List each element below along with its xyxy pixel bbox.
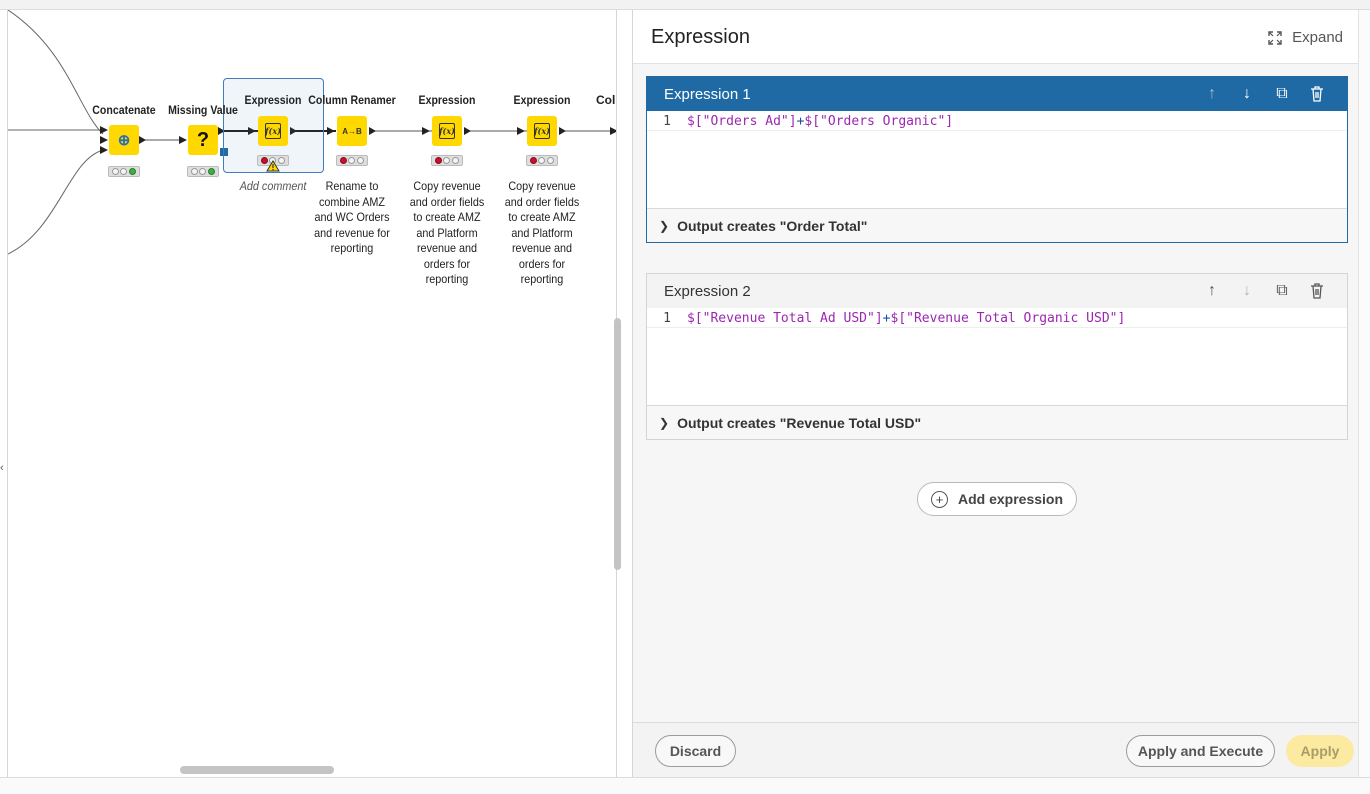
panel-scrollbar[interactable] [1358,10,1370,777]
expression-card-1[interactable]: Expression 1 ↑ ↓ ⧉ 1 $["Orders Ad"]+$["O… [646,76,1348,243]
move-down-icon[interactable]: ↓ [1237,85,1257,103]
expression-card-2[interactable]: Expression 2 ↑ ↓ ⧉ 1 $["Revenue Total Ad… [646,273,1348,440]
output-label-1: Output creates "Order Total" [677,217,868,234]
expression-label-1: Expression 1 [664,85,751,103]
expression-node-2[interactable]: f(x) [432,116,462,146]
expand-button[interactable]: Expand [1268,29,1343,46]
expand-icon [1268,30,1282,45]
node-title-expression-2: Expression [418,93,476,107]
output-toggle-2[interactable]: ❯ Output creates "Revenue Total USD" [647,406,1347,439]
node-comment-expression-3: Copy revenue and order fields to create … [504,179,580,286]
trash-icon[interactable] [1307,282,1327,300]
chevron-right-icon: ❯ [659,218,670,233]
expression-actions-1: ↑ ↓ ⧉ [1202,85,1327,103]
expression-actions-2: ↑ ↓ ⧉ [1202,282,1327,300]
add-expression-button[interactable]: + Add expression [917,482,1077,516]
add-expression-label: Add expression [957,491,1064,507]
canvas-vertical-scrollbar[interactable] [614,318,621,570]
top-toolbar [0,0,1370,10]
node-status-expression-3 [526,155,558,166]
code-text: $["Revenue Total Ad USD"]+$["Revenue Tot… [687,311,1126,326]
chevron-right-icon: ❯ [659,415,670,430]
function-icon: f(x) [265,123,281,139]
rename-icon: A→B [342,126,362,136]
apply-button[interactable]: Apply [1286,735,1354,767]
panel-title: Expression [651,26,750,48]
node-comment-column-renamer: Rename to combine AMZ and WC Orders and … [314,179,390,255]
chevron-left-icon[interactable]: ‹ [0,462,4,474]
output-toggle-1[interactable]: ❯ Output creates "Order Total" [647,209,1347,242]
node-status-missing-value [187,166,219,177]
discard-button[interactable]: Discard [655,735,736,767]
add-comment-link[interactable]: Add comment [240,179,307,193]
expand-label: Expand [1292,29,1343,46]
concatenate-icon: ⊕ [117,132,131,149]
code-line: 1 $["Orders Ad"]+$["Orders Organic"] [647,113,1347,131]
trash-glyph [1311,283,1323,299]
code-editor-2[interactable]: 1 $["Revenue Total Ad USD"]+$["Revenue T… [647,308,1347,406]
expression-node-selected[interactable]: f(x) [258,116,288,146]
bottom-status-bar [0,777,1370,794]
trash-icon[interactable] [1307,85,1327,103]
warning-triangle-icon [266,160,280,172]
node-title-cut-off: Colu [596,93,616,107]
code-text: $["Orders Ad"]+$["Orders Organic"] [687,114,954,129]
concatenate-node[interactable]: ⊕ [109,125,139,155]
node-status-column-renamer [336,155,368,166]
function-icon: f(x) [534,123,550,139]
output-label-2: Output creates "Revenue Total USD" [677,414,922,431]
node-title-expression-selected: Expression [244,93,302,107]
panel-footer: Discard Apply and Execute Apply [633,722,1359,777]
plus-circle-icon: + [930,490,948,508]
node-status-concatenate [108,166,140,177]
missing-value-node[interactable]: ? [188,125,218,155]
canvas-horizontal-scrollbar[interactable] [180,766,334,774]
panel-header: Expression Expand [633,10,1359,64]
trash-glyph [1311,86,1323,102]
expression-config-panel: Expression Expand Expression 1 ↑ ↓ ⧉ 1 $… [632,10,1359,777]
code-editor-1[interactable]: 1 $["Orders Ad"]+$["Orders Organic"] [647,111,1347,209]
node-comment-expression-2: Copy revenue and order fields to create … [409,179,485,286]
move-down-icon[interactable]: ↓ [1237,282,1257,300]
column-renamer-node[interactable]: A→B [337,116,367,146]
code-line: 1 $["Revenue Total Ad USD"]+$["Revenue T… [647,310,1347,328]
move-up-icon[interactable]: ↑ [1202,85,1222,103]
question-mark-icon: ? [196,128,210,151]
expression-node-3[interactable]: f(x) [527,116,557,146]
line-number: 1 [663,311,671,326]
copy-icon[interactable]: ⧉ [1272,282,1292,300]
node-status-expression-2 [431,155,463,166]
function-icon: f(x) [439,123,455,139]
workflow-canvas[interactable]: Concatenate ⊕ Missing Value ? Expression… [7,10,617,777]
node-title-column-renamer: Column Renamer [308,93,396,107]
copy-icon[interactable]: ⧉ [1272,85,1292,103]
move-up-icon[interactable]: ↑ [1202,282,1222,300]
node-title-concatenate: Concatenate [92,103,156,117]
expression-label-2: Expression 2 [664,282,751,300]
apply-and-execute-button[interactable]: Apply and Execute [1126,735,1275,767]
line-number: 1 [663,114,671,129]
